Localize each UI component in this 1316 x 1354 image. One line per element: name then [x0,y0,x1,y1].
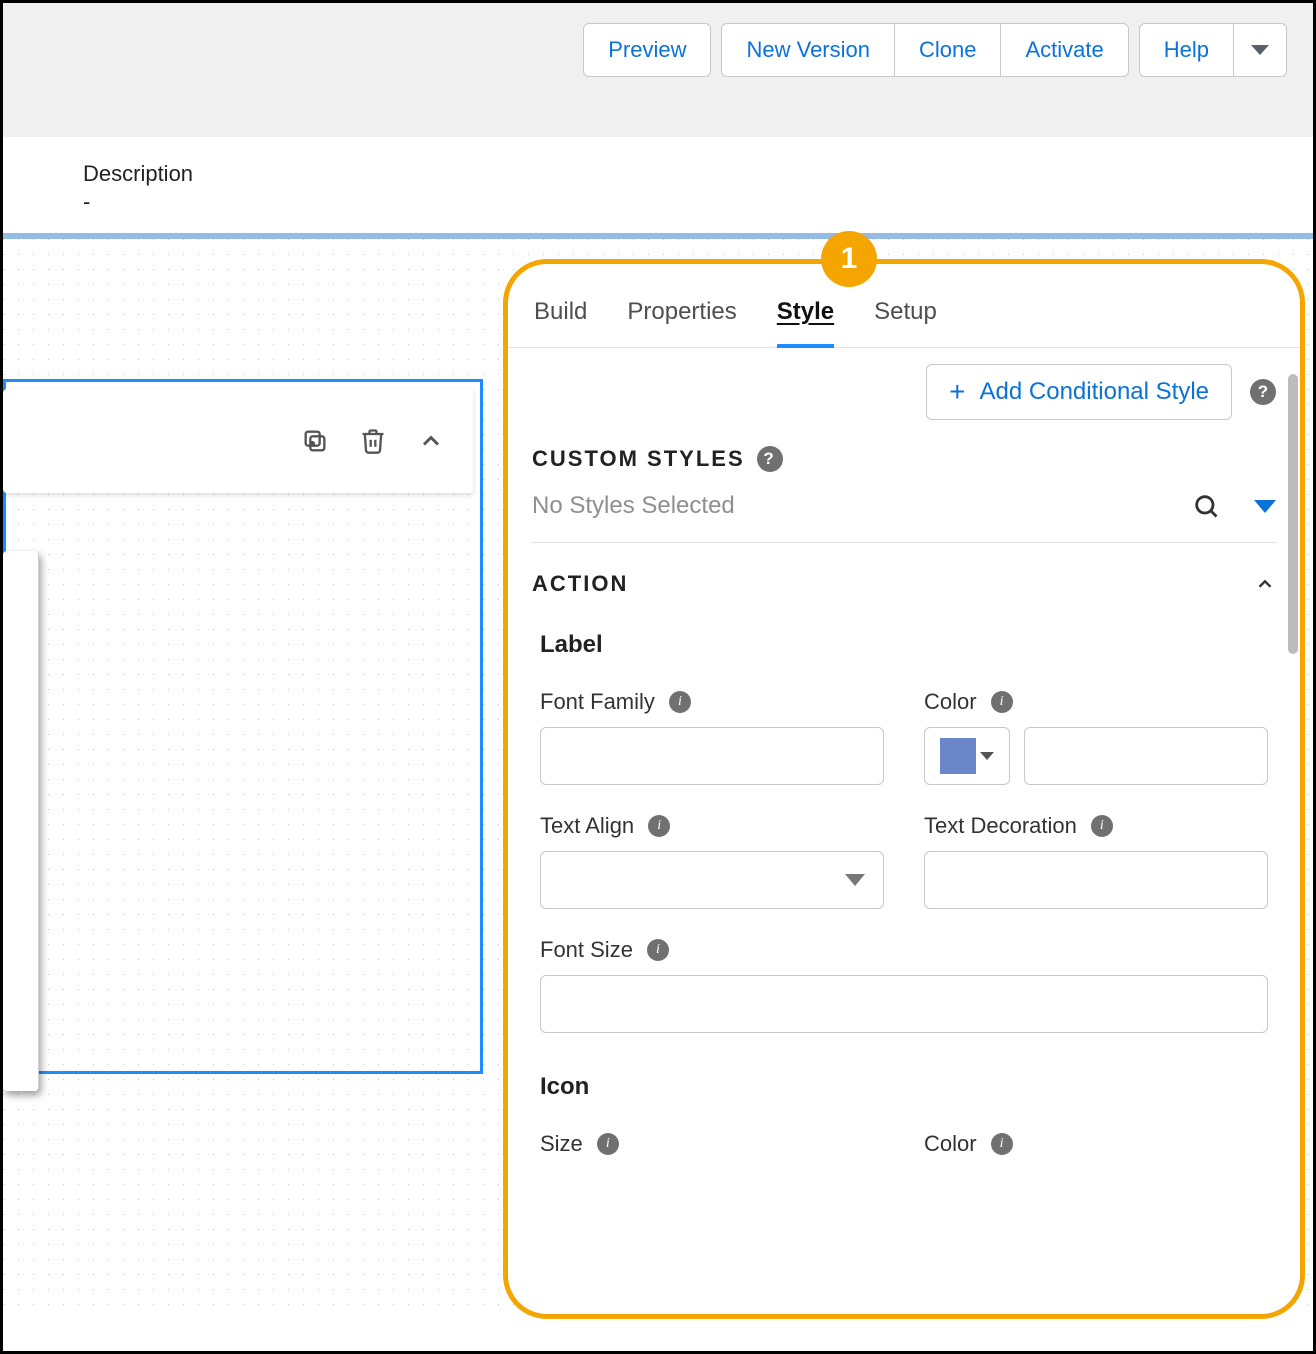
component-card[interactable] [3,551,39,1091]
info-icon[interactable]: i [597,1133,619,1155]
icon-group-title: Icon [540,1073,1276,1101]
dropdown-caret-icon[interactable] [1254,500,1276,513]
new-version-button[interactable]: New Version [721,23,894,77]
color-label: Color i [924,689,1268,715]
tab-style[interactable]: Style [777,298,834,348]
chevron-up-icon[interactable] [1254,573,1276,595]
component-toolbar [3,389,473,493]
help-icon[interactable]: ? [757,446,783,472]
text-align-label: Text Align i [540,813,884,839]
label-group-title: Label [540,631,1276,659]
font-family-label: Font Family i [540,689,884,715]
help-dropdown-button[interactable] [1233,23,1287,77]
info-icon[interactable]: i [991,1133,1013,1155]
description-bar: Description - [3,137,1313,233]
side-panel: Build Properties Style Setup + Add Condi… [508,264,1300,1314]
styles-placeholder: No Styles Selected [532,492,735,520]
info-icon[interactable]: i [669,691,691,713]
font-size-label: Font Size i [540,937,1268,963]
custom-styles-title: CUSTOM STYLES ? [532,446,1276,472]
help-button[interactable]: Help [1139,23,1233,77]
tab-build[interactable]: Build [534,298,587,347]
color-swatch [940,738,976,774]
icon-color-label: Color i [924,1131,1268,1157]
info-icon[interactable]: i [647,939,669,961]
action-section-header[interactable]: ACTION [532,571,1276,597]
clone-button[interactable]: Clone [894,23,1000,77]
activate-button[interactable]: Activate [1000,23,1128,77]
custom-styles-picker[interactable]: No Styles Selected [532,492,1276,543]
preview-button[interactable]: Preview [583,23,711,77]
chevron-down-icon [845,874,865,886]
add-conditional-label: Add Conditional Style [980,378,1209,406]
scrollbar[interactable] [1288,374,1298,654]
text-decoration-label: Text Decoration i [924,813,1268,839]
action-title: ACTION [532,571,628,597]
text-decoration-input[interactable] [924,851,1268,909]
font-size-input[interactable] [540,975,1268,1033]
panel-tabs: Build Properties Style Setup [508,264,1300,348]
help-icon[interactable]: ? [1250,379,1276,405]
text-align-select[interactable] [540,851,884,909]
tab-properties[interactable]: Properties [627,298,736,347]
icon-size-label: Size i [540,1131,884,1157]
collapse-icon[interactable] [417,427,445,455]
font-family-input[interactable] [540,727,884,785]
builder-canvas[interactable]: 1 Build Properties Style Setup + Add Con… [3,233,1313,1313]
trash-icon[interactable] [359,427,387,455]
description-label: Description [83,161,1253,187]
search-icon[interactable] [1192,492,1220,520]
callout-badge: 1 [821,231,877,287]
color-swatch-picker[interactable] [924,727,1010,785]
info-icon[interactable]: i [648,815,670,837]
duplicate-icon[interactable] [301,427,329,455]
info-icon[interactable]: i [991,691,1013,713]
top-toolbar: Preview New Version Clone Activate Help [3,3,1313,137]
chevron-down-icon [980,752,994,760]
tab-setup[interactable]: Setup [874,298,937,347]
color-input[interactable] [1024,727,1268,785]
description-value: - [83,189,1253,215]
add-conditional-style-button[interactable]: + Add Conditional Style [926,364,1232,420]
info-icon[interactable]: i [1091,815,1113,837]
plus-icon: + [949,378,965,406]
